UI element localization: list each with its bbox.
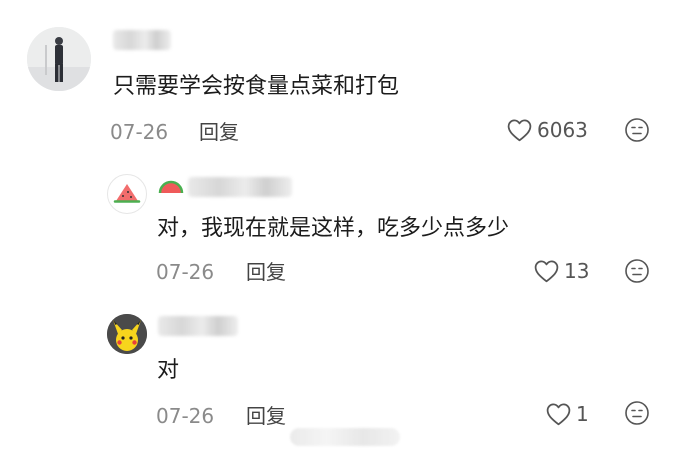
reaction-button[interactable]	[624, 117, 650, 143]
watermark-blurred	[290, 428, 400, 446]
avatar[interactable]	[27, 27, 91, 91]
like-count: 6063	[537, 118, 588, 142]
neutral-face-icon	[625, 259, 649, 283]
comment-date: 07-26	[110, 120, 169, 144]
person-silhouette-icon	[27, 27, 91, 91]
like-button[interactable]: 6063	[506, 117, 588, 143]
username-emoji-icon	[158, 177, 184, 199]
reaction-button[interactable]	[624, 258, 650, 284]
watermelon-icon	[113, 184, 141, 203]
comment-text: 只需要学会按食量点菜和打包	[113, 74, 400, 99]
like-button[interactable]: 1	[545, 401, 589, 427]
reply-button[interactable]: 回复	[246, 403, 286, 429]
like-button[interactable]: 13	[533, 258, 589, 284]
avatar[interactable]	[107, 174, 147, 214]
heart-outline-icon	[546, 403, 571, 426]
heart-outline-icon	[507, 119, 532, 142]
comment-text: 对，我现在就是这样，吃多少点多少	[157, 216, 510, 241]
pikachu-icon	[107, 314, 147, 354]
username-blurred[interactable]	[188, 177, 292, 197]
avatar[interactable]	[107, 314, 147, 354]
like-count: 1	[576, 402, 589, 426]
neutral-face-icon	[625, 401, 649, 425]
username-blurred[interactable]	[113, 30, 171, 50]
reply-button[interactable]: 回复	[199, 119, 239, 145]
like-count: 13	[564, 259, 590, 283]
neutral-face-icon	[625, 118, 649, 142]
heart-outline-icon	[534, 260, 559, 283]
reaction-button[interactable]	[624, 400, 650, 426]
comment-date: 07-26	[156, 404, 215, 428]
comment-date: 07-26	[156, 260, 215, 284]
reply-button[interactable]: 回复	[246, 259, 286, 285]
username-blurred[interactable]	[158, 316, 238, 336]
comment-text: 对	[157, 358, 180, 383]
